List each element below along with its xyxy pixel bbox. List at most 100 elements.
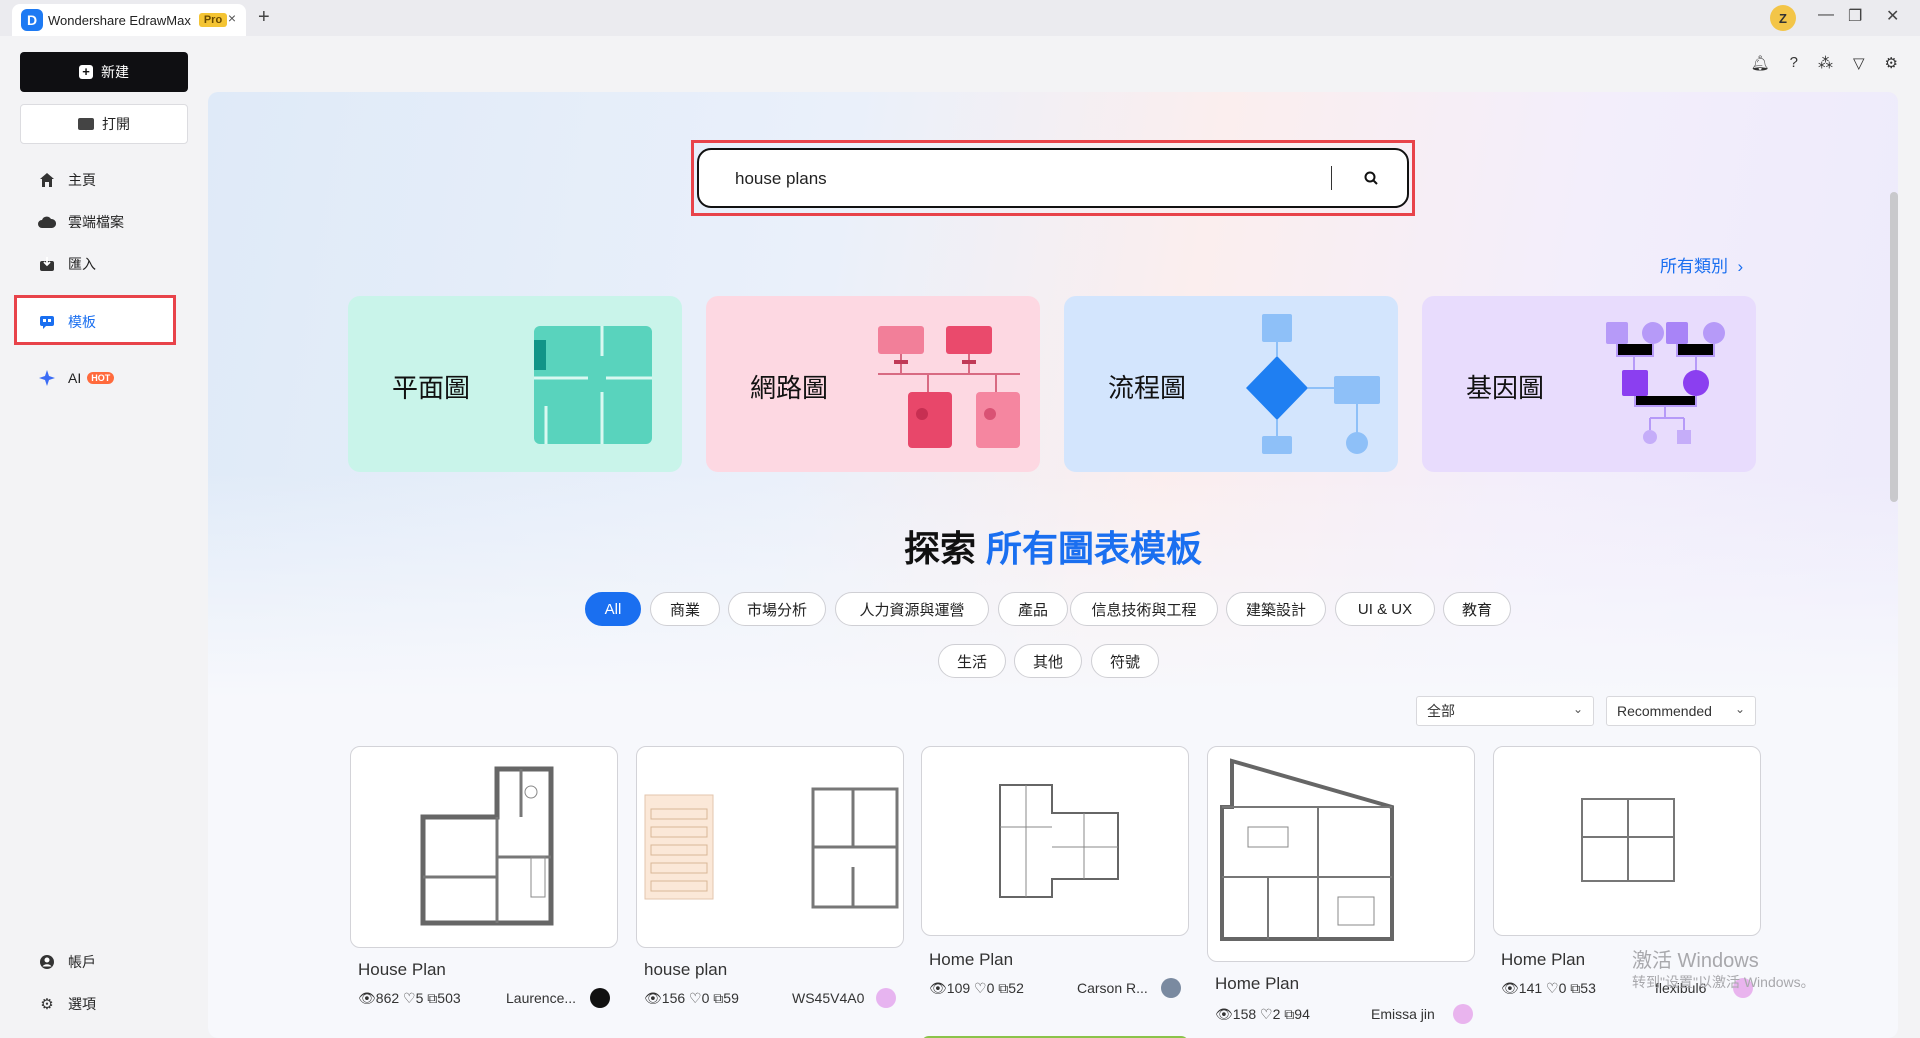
- search-divider: [1331, 166, 1332, 190]
- sidebar-item-label: 選項: [68, 996, 96, 1012]
- settings-icon[interactable]: ⚙: [1885, 54, 1898, 72]
- category-card-network[interactable]: 網路圖: [706, 296, 1040, 472]
- copies-count: 94: [1294, 1006, 1310, 1022]
- sort-select[interactable]: Recommended ⌄: [1606, 696, 1756, 726]
- apps-icon[interactable]: ⁂: [1818, 54, 1833, 72]
- likes-count: 0: [986, 980, 995, 996]
- copy-icon: ⧉: [1284, 1006, 1295, 1022]
- filter-chip[interactable]: 符號: [1091, 644, 1159, 678]
- sidebar-item-templates[interactable]: 模板: [38, 310, 96, 334]
- gear-icon: ⚙: [40, 996, 54, 1013]
- new-label: 新建: [101, 64, 129, 80]
- copies-count: 53: [1580, 980, 1596, 996]
- template-thumbnail[interactable]: [1207, 746, 1475, 962]
- template-stats: 👁︎156 ♡0 ⧉59: [644, 990, 739, 1007]
- sidebar-item-label: 雲端檔案: [68, 214, 124, 230]
- cloud-icon: [38, 213, 56, 231]
- search-icon[interactable]: [1359, 166, 1383, 190]
- sidebar-item-ai[interactable]: AI HOT: [38, 366, 115, 390]
- views-count: 109: [946, 980, 971, 996]
- filter-chip[interactable]: 市場分析: [728, 592, 826, 626]
- template-author[interactable]: Emissa jin: [1371, 1006, 1435, 1022]
- category-card-genogram[interactable]: 基因圖: [1422, 296, 1756, 472]
- template-thumbnail[interactable]: [1493, 746, 1761, 936]
- sidebar-item-options[interactable]: ⚙ 選項: [38, 992, 96, 1016]
- minimize-button[interactable]: —: [1818, 6, 1834, 24]
- home-icon: [38, 171, 56, 189]
- all-categories-link[interactable]: 所有類別 ›: [1660, 252, 1743, 277]
- windows-activation-hint: 转到"设置"以激活 Windows。: [1632, 974, 1815, 990]
- author-avatar[interactable]: [1161, 978, 1181, 998]
- user-avatar[interactable]: Z: [1770, 5, 1796, 31]
- sidebar-item-label: AI: [68, 370, 82, 386]
- author-avatar[interactable]: [1453, 1004, 1473, 1024]
- chevron-down-icon: ⌄: [1572, 702, 1583, 716]
- top-right-toolbar: 🔔︎ ? ⁂ ▽ ⚙: [1751, 54, 1898, 72]
- heart-icon: ♡: [1546, 980, 1559, 996]
- author-avatar[interactable]: [590, 988, 610, 1008]
- template-thumbnail[interactable]: [921, 746, 1189, 936]
- template-title[interactable]: Home Plan: [1215, 974, 1299, 994]
- new-button[interactable]: + 新建: [20, 52, 188, 92]
- shirt-icon[interactable]: ▽: [1853, 54, 1865, 72]
- filter-chip[interactable]: 建築設計: [1226, 592, 1326, 626]
- sidebar-item-label: 匯入: [68, 256, 96, 272]
- search-bar[interactable]: [697, 148, 1409, 208]
- template-author[interactable]: Carson R...: [1077, 980, 1148, 996]
- template-title[interactable]: Home Plan: [1501, 950, 1585, 970]
- template-author[interactable]: Laurence...: [506, 990, 576, 1006]
- help-icon[interactable]: ?: [1790, 54, 1798, 72]
- copy-icon: ⧉: [1570, 980, 1581, 996]
- eye-icon: 👁︎: [358, 990, 376, 1006]
- open-button[interactable]: 打開: [20, 104, 188, 144]
- edrawmax-logo-icon: D: [21, 9, 43, 31]
- template-title[interactable]: House Plan: [358, 960, 446, 980]
- hot-badge: HOT: [87, 372, 115, 384]
- template-title[interactable]: house plan: [644, 960, 727, 980]
- filter-chip[interactable]: 其他: [1014, 644, 1082, 678]
- template-thumbnail[interactable]: [350, 746, 618, 948]
- chevron-right-icon: ›: [1732, 257, 1744, 276]
- category-card-floorplan[interactable]: 平面圖: [348, 296, 682, 472]
- title-bar: D Wondershare EdrawMax Pro × + Z — ❐ ✕: [0, 0, 1920, 36]
- bell-icon[interactable]: 🔔︎: [1751, 54, 1770, 72]
- explore-highlight: 所有圖表模板: [986, 528, 1203, 569]
- sidebar-item-home[interactable]: 主頁: [38, 168, 96, 192]
- scope-select[interactable]: 全部 ⌄: [1416, 696, 1594, 726]
- sidebar-item-account[interactable]: 帳戶: [38, 950, 96, 974]
- filter-chip[interactable]: 商業: [650, 592, 720, 626]
- copies-count: 52: [1008, 980, 1024, 996]
- copies-count: 503: [437, 990, 461, 1006]
- template-thumbnail[interactable]: [636, 746, 904, 948]
- filter-chip[interactable]: 產品: [998, 592, 1068, 626]
- restore-button[interactable]: ❐: [1848, 6, 1862, 26]
- filter-chip[interactable]: 生活: [938, 644, 1006, 678]
- filter-chip[interactable]: UI & UX: [1335, 592, 1435, 626]
- pro-badge: Pro: [198, 13, 228, 27]
- template-stats: 👁︎141 ♡0 ⧉53: [1501, 980, 1596, 997]
- search-input[interactable]: [735, 168, 1295, 190]
- scrollbar[interactable]: [1890, 192, 1898, 502]
- folder-icon: [78, 118, 94, 130]
- filter-chip[interactable]: 教育: [1443, 592, 1511, 626]
- filter-chip-all[interactable]: All: [585, 592, 641, 626]
- windows-activation-watermark: 激活 Windows: [1632, 950, 1759, 972]
- filter-chip[interactable]: 人力資源與運營: [835, 592, 989, 626]
- sidebar-item-import[interactable]: 匯入: [38, 252, 96, 276]
- author-avatar[interactable]: [876, 988, 896, 1008]
- sidebar-item-cloud[interactable]: 雲端檔案: [38, 210, 124, 234]
- template-author[interactable]: WS45V4A0: [792, 990, 864, 1006]
- document-tab[interactable]: D Wondershare EdrawMax Pro ×: [12, 4, 246, 36]
- close-tab-icon[interactable]: ×: [228, 10, 236, 26]
- template-title[interactable]: Home Plan: [929, 950, 1013, 970]
- sidebar-item-label: 主頁: [68, 172, 96, 188]
- app-title: Wondershare EdrawMax: [48, 12, 191, 28]
- category-label: 流程圖: [1108, 373, 1187, 403]
- template-stats: 👁︎158 ♡2 ⧉94: [1215, 1006, 1310, 1023]
- category-card-flowchart[interactable]: 流程圖: [1064, 296, 1398, 472]
- template-stats: 👁︎109 ♡0 ⧉52: [929, 980, 1024, 997]
- filter-chip[interactable]: 信息技術與工程: [1070, 592, 1218, 626]
- likes-count: 5: [415, 990, 424, 1006]
- close-window-button[interactable]: ✕: [1886, 6, 1899, 26]
- add-tab-button[interactable]: +: [258, 6, 270, 29]
